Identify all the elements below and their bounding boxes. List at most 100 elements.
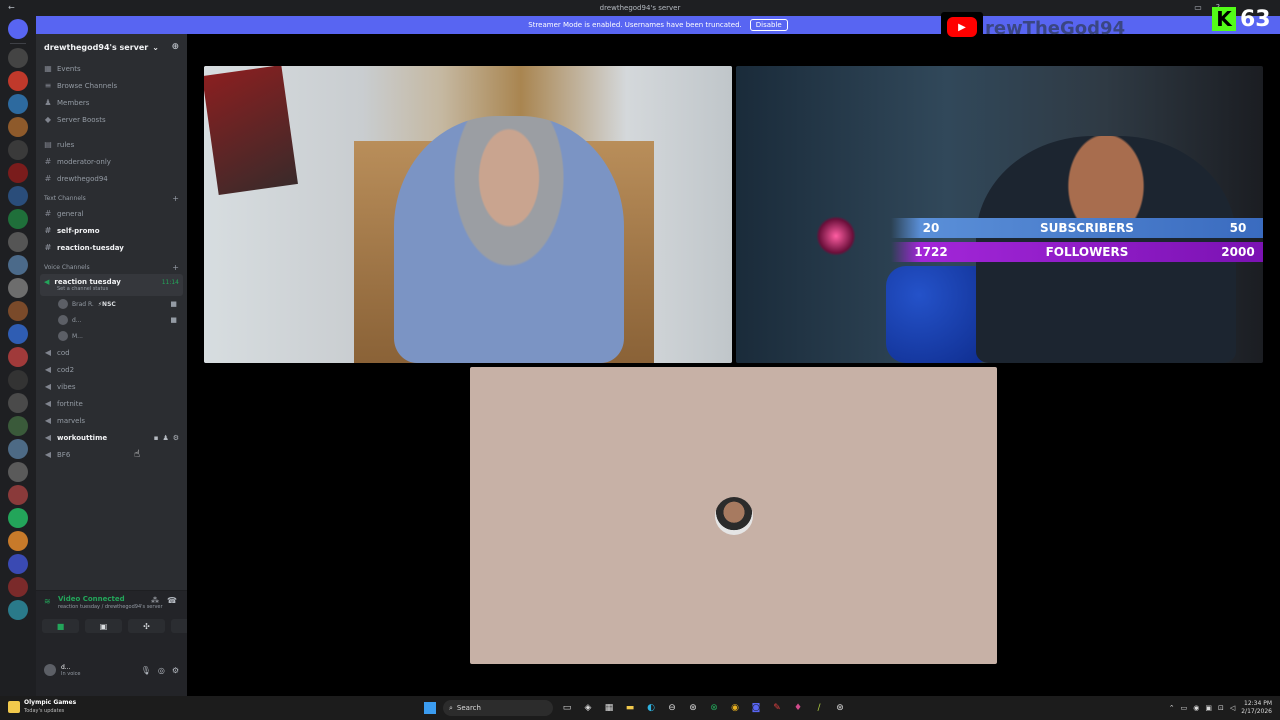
app-icon[interactable]: ♦ [791,701,805,715]
server-icon[interactable] [8,232,28,252]
server-icon[interactable] [8,577,28,597]
server-icon[interactable] [8,140,28,160]
clock[interactable]: 12:34 PM 2/17/2026 [1241,700,1272,716]
tray-icon[interactable]: ◉ [1193,704,1199,712]
app-icon[interactable]: ∕ [812,701,826,715]
app-icon[interactable]: ✎ [770,701,784,715]
server-icon[interactable] [8,393,28,413]
avatar[interactable] [44,664,56,676]
discord-icon[interactable]: ◙ [749,701,763,715]
copilot-icon[interactable]: ◈ [581,701,595,715]
server-icon[interactable] [8,278,28,298]
channel-moderator-only[interactable]: # moderator-only [36,153,187,170]
channel-general[interactable]: # general [36,205,187,222]
tray-icon[interactable]: ▣ [1205,704,1212,712]
back-arrow-icon[interactable]: ← [8,3,15,12]
tray-icon[interactable]: ▭ [1181,704,1188,712]
voice-channel-cod2[interactable]: ◀ cod2 [36,361,187,378]
server-icon[interactable] [8,48,28,68]
server-icon[interactable] [8,347,28,367]
invite-people-icon[interactable]: ⊕ [171,42,179,52]
server-icon[interactable] [8,71,28,91]
voice-channel-workouttime[interactable]: ◀ workouttime ▪ ♟ ⚙ [36,429,187,446]
nav-server-boosts[interactable]: ◆ Server Boosts [36,111,187,128]
server-icon[interactable] [8,370,28,390]
voice-member[interactable]: M... [36,328,187,344]
chrome-icon[interactable]: ◉ [728,701,742,715]
voice-channels-category[interactable]: Voice Channels + [36,260,187,274]
video-tile[interactable] [204,66,732,363]
channel-self-promo[interactable]: # self-promo [36,222,187,239]
nav-members[interactable]: ♟ Members [36,94,187,111]
chevron-up-icon[interactable]: ⌃ [1169,704,1175,712]
video-tile[interactable]: 20 SUBSCRIBERS 50 1722 FOLLOWERS 2000 [736,66,1263,363]
server-icon[interactable] [8,485,28,505]
gear-icon[interactable]: ⚙ [172,666,179,675]
server-icon[interactable] [8,255,28,275]
gear-icon[interactable]: ⚙ [173,434,179,442]
server-icon[interactable] [8,117,28,137]
weather-widget[interactable]: Olympic Games Today's updates [8,699,76,715]
server-icon[interactable] [8,186,28,206]
server-icon[interactable] [8,600,28,620]
disable-button[interactable]: Disable [749,19,788,31]
voice-channel-marvels[interactable]: ◀ marvels [36,412,187,429]
hash-icon: # [44,243,52,252]
server-icon[interactable] [8,531,28,551]
steam-icon[interactable]: ⊛ [833,701,847,715]
server-icon[interactable] [8,508,28,528]
add-channel-icon[interactable]: + [172,194,179,203]
server-icon[interactable] [8,439,28,459]
invite-icon[interactable]: ♟ [162,434,168,442]
screen-share-button[interactable]: ▣ [85,619,122,633]
search-box[interactable]: ⌕ Search [443,700,553,716]
activities-button[interactable]: ✣ [128,619,165,633]
inbox-icon[interactable]: ▭ [1194,3,1202,12]
voice-connected-title[interactable]: Video Connected [58,595,125,603]
noise-suppression-icon[interactable]: ⁂ [151,596,159,605]
server-header[interactable]: drewthegod94's server ⌄ ⊕ [36,34,187,60]
volume-icon[interactable]: ◁ [1230,704,1235,712]
edge-icon[interactable]: ◐ [644,701,658,715]
server-icon[interactable] [8,209,28,229]
store-icon[interactable]: ▦ [602,701,616,715]
voice-channel-fortnite[interactable]: ◀ fortnite [36,395,187,412]
channel-status[interactable]: Set a channel status [44,286,179,292]
nav-browse-channels[interactable]: ≡ Browse Channels [36,77,187,94]
voice-member[interactable]: d... ■ [36,312,187,328]
channel-drewthegod94[interactable]: # drewthegod94 [36,170,187,187]
nav-events[interactable]: ▦ Events [36,60,187,77]
headphones-icon[interactable]: ◎ [158,666,165,675]
voice-channel-bf6[interactable]: ◀ BF6 [36,446,187,463]
video-tile-camera-off[interactable] [470,367,997,664]
chat-icon[interactable]: ▪ [154,434,159,442]
home-icon[interactable] [8,19,28,39]
voice-channel-vibes[interactable]: ◀ vibes [36,378,187,395]
steam-icon[interactable]: ⊛ [686,701,700,715]
network-icon[interactable]: ⊡ [1218,704,1224,712]
start-icon[interactable] [424,702,436,714]
disconnect-icon[interactable]: ☎ [167,596,177,605]
server-icon[interactable] [8,94,28,114]
voice-channel-cod[interactable]: ◀ cod [36,344,187,361]
server-icon[interactable] [8,163,28,183]
signal-icon[interactable]: ≋ [44,597,51,606]
xbox-icon[interactable]: ⊗ [707,701,721,715]
voice-member[interactable]: Brad R. ⚡NSC ■ [36,296,187,312]
voice-connected-subtitle[interactable]: reaction tuesday / drewthegod94's server [58,604,163,610]
camera-button[interactable]: ■ [42,619,79,633]
channel-rules[interactable]: ▤ rules [36,136,187,153]
add-channel-icon[interactable]: + [172,263,179,272]
task-view-icon[interactable]: ▭ [560,701,574,715]
text-channels-category[interactable]: Text Channels + [36,191,187,205]
server-icon[interactable] [8,462,28,482]
voice-channel-reaction-tuesday[interactable]: ◀ reaction tuesday 11:14 Set a channel s… [40,274,183,296]
server-icon[interactable] [8,416,28,436]
mic-icon[interactable]: 🎙︎ [141,666,151,675]
explorer-icon[interactable]: ▬ [623,701,637,715]
server-icon[interactable] [8,554,28,574]
channel-reaction-tuesday[interactable]: # reaction-tuesday [36,239,187,256]
media-icon[interactable]: ⊖ [665,701,679,715]
server-icon[interactable] [8,324,28,344]
server-icon[interactable] [8,301,28,321]
